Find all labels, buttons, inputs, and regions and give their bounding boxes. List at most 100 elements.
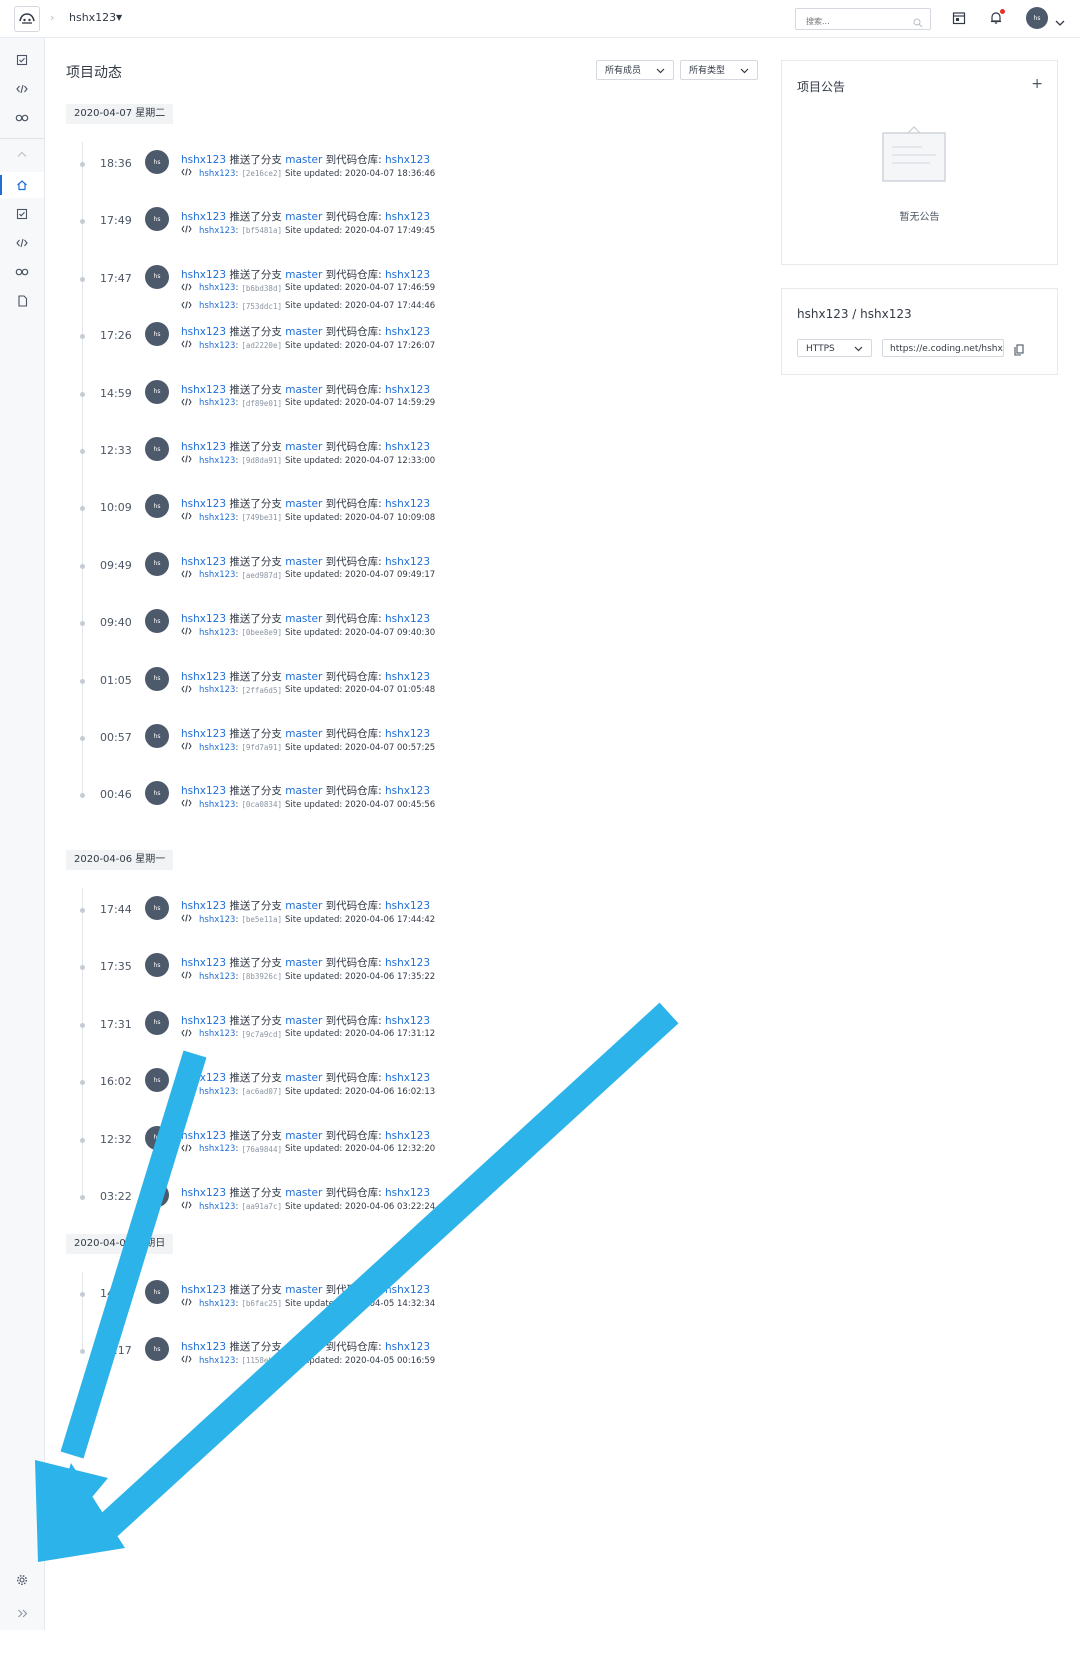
commit-hash-link[interactable]: [2ffa6d5]: [241, 686, 282, 695]
event-branch-link[interactable]: master: [285, 211, 322, 223]
commit-hash-link[interactable]: [0bee8e9]: [241, 628, 282, 637]
event-branch-link[interactable]: master: [285, 326, 322, 338]
event-user-link[interactable]: hshx123: [181, 498, 226, 510]
event-branch-link[interactable]: master: [285, 498, 322, 510]
event-user-link[interactable]: hshx123: [181, 671, 226, 683]
member-filter-select[interactable]: 所有成员: [596, 60, 674, 80]
event-branch-link[interactable]: master: [285, 1187, 322, 1199]
commit-hash-link[interactable]: [9d8da91]: [241, 456, 282, 465]
event-repo-link[interactable]: hshx123: [385, 1284, 430, 1296]
event-branch-link[interactable]: master: [285, 269, 322, 281]
collapse-up-icon[interactable]: [0, 141, 44, 167]
commit-hash-link[interactable]: [1158eb1]: [241, 1356, 282, 1365]
event-avatar[interactable]: hs: [145, 1183, 169, 1207]
add-announcement-icon[interactable]: +: [1031, 76, 1043, 92]
search-input[interactable]: [804, 16, 908, 27]
sidebar-ci-2-icon[interactable]: [0, 259, 44, 285]
event-avatar[interactable]: hs: [145, 437, 169, 461]
event-branch-link[interactable]: master: [285, 441, 322, 453]
event-branch-link[interactable]: master: [285, 1284, 322, 1296]
event-user-link[interactable]: hshx123: [181, 326, 226, 338]
commit-hash-link[interactable]: [9c7a9cd]: [241, 1030, 282, 1039]
event-repo-link[interactable]: hshx123: [385, 785, 430, 797]
event-avatar[interactable]: hs: [145, 379, 169, 404]
event-avatar[interactable]: hs: [145, 953, 169, 978]
event-repo-link[interactable]: hshx123: [385, 1072, 430, 1084]
event-repo-link[interactable]: hshx123: [385, 613, 430, 625]
event-branch-link[interactable]: master: [285, 900, 322, 912]
commit-repo-link[interactable]: hshx123: [199, 301, 235, 311]
event-repo-link[interactable]: hshx123: [385, 957, 430, 969]
sidebar-code-2-icon[interactable]: [0, 230, 44, 256]
commit-hash-link[interactable]: [be5e11a]: [241, 915, 282, 924]
event-user-link[interactable]: hshx123: [181, 154, 226, 166]
event-user-link[interactable]: hshx123: [181, 1130, 226, 1142]
event-branch-link[interactable]: master: [285, 1341, 322, 1353]
commit-repo-link[interactable]: hshx123: [199, 398, 235, 408]
commit-repo-link[interactable]: hshx123: [199, 1029, 235, 1039]
type-filter-select[interactable]: 所有类型: [680, 60, 758, 80]
event-branch-link[interactable]: master: [285, 957, 322, 969]
event-branch-link[interactable]: master: [285, 1072, 322, 1084]
event-user-link[interactable]: hshx123: [181, 556, 226, 568]
sidebar-home-icon[interactable]: [0, 172, 44, 198]
sidebar-tasks-2-icon[interactable]: [0, 201, 44, 227]
event-user-link[interactable]: hshx123: [181, 785, 226, 797]
event-branch-link[interactable]: master: [285, 728, 322, 740]
event-avatar[interactable]: hs: [145, 724, 169, 748]
event-user-link[interactable]: hshx123: [181, 613, 226, 625]
event-branch-link[interactable]: master: [285, 671, 322, 683]
event-repo-link[interactable]: hshx123: [385, 441, 430, 453]
event-repo-link[interactable]: hshx123: [385, 384, 430, 396]
event-user-link[interactable]: hshx123: [181, 1284, 226, 1296]
sidebar-ci-icon[interactable]: [0, 105, 44, 131]
commit-hash-link[interactable]: [aed987d]: [241, 571, 282, 580]
sidebar-code-icon[interactable]: [0, 76, 44, 102]
user-avatar[interactable]: hs: [1026, 7, 1048, 29]
chevron-down-icon[interactable]: [1055, 12, 1065, 31]
event-avatar[interactable]: hs: [145, 322, 169, 347]
event-avatar[interactable]: hs: [145, 1010, 169, 1035]
sidebar-document-icon[interactable]: [0, 288, 44, 314]
event-avatar[interactable]: hs: [145, 1068, 169, 1093]
commit-repo-link[interactable]: hshx123: [199, 1087, 235, 1097]
event-user-link[interactable]: hshx123: [181, 1015, 226, 1027]
search-icon[interactable]: [913, 13, 923, 32]
event-avatar[interactable]: hs: [145, 264, 169, 289]
event-repo-link[interactable]: hshx123: [385, 498, 430, 510]
commit-hash-link[interactable]: [b6fac25]: [241, 1299, 282, 1308]
commit-hash-link[interactable]: [aa91a7c]: [241, 1202, 282, 1211]
event-avatar[interactable]: hs: [145, 1125, 169, 1150]
commit-hash-link[interactable]: [0ca0834]: [241, 800, 282, 809]
event-branch-link[interactable]: master: [285, 1130, 322, 1142]
event-avatar[interactable]: hs: [145, 207, 169, 232]
caret-down-icon[interactable]: ▼: [116, 13, 122, 22]
event-branch-link[interactable]: master: [285, 1015, 322, 1027]
commit-hash-link[interactable]: [ac6ad07]: [241, 1087, 282, 1096]
event-repo-link[interactable]: hshx123: [385, 269, 430, 281]
event-user-link[interactable]: hshx123: [181, 269, 226, 281]
event-user-link[interactable]: hshx123: [181, 1187, 226, 1199]
event-avatar[interactable]: hs: [145, 1337, 169, 1362]
event-branch-link[interactable]: master: [285, 556, 322, 568]
commit-hash-link[interactable]: [749be31]: [241, 513, 282, 522]
commit-repo-link[interactable]: hshx123: [199, 341, 235, 351]
commit-hash-link[interactable]: [76a9844]: [241, 1145, 282, 1154]
sidebar-tasks-icon[interactable]: [0, 47, 44, 73]
commit-repo-link[interactable]: hshx123: [199, 169, 235, 179]
logo-icon[interactable]: [14, 6, 40, 32]
commit-repo-link[interactable]: hshx123: [199, 685, 235, 695]
event-user-link[interactable]: hshx123: [181, 1072, 226, 1084]
event-repo-link[interactable]: hshx123: [385, 671, 430, 683]
event-avatar[interactable]: hs: [145, 609, 169, 634]
event-repo-link[interactable]: hshx123: [385, 900, 430, 912]
notification-bell-icon[interactable]: [987, 9, 1005, 27]
protocol-select[interactable]: HTTPS: [797, 339, 872, 357]
event-repo-link[interactable]: hshx123: [385, 1187, 430, 1199]
commit-repo-link[interactable]: hshx123: [199, 972, 235, 982]
commit-repo-link[interactable]: hshx123: [199, 226, 235, 236]
commit-hash-link[interactable]: [9fd7a91]: [241, 743, 282, 752]
commit-repo-link[interactable]: hshx123: [199, 1299, 235, 1309]
event-user-link[interactable]: hshx123: [181, 441, 226, 453]
commit-repo-link[interactable]: hshx123: [199, 570, 235, 580]
